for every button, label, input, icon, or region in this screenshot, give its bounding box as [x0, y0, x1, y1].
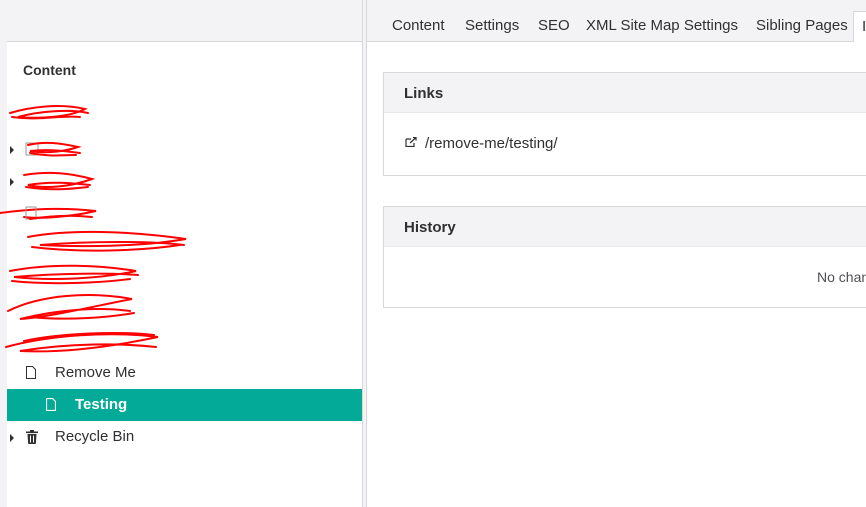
external-link-icon: [405, 137, 417, 147]
expand-caret-icon[interactable]: [10, 178, 14, 186]
editor-panel: Content Settings SEO XML Site Map Settin…: [367, 0, 866, 507]
history-panel-header: History: [384, 207, 866, 247]
tab-settings[interactable]: Settings: [465, 17, 519, 34]
link-row: /remove-me/testing/: [384, 113, 866, 175]
history-panel-title: History: [404, 219, 456, 236]
tree-header-bar: [7, 0, 362, 42]
tree-item-recycle-bin[interactable]: Recycle Bin: [7, 421, 362, 453]
tab-sibling-pages[interactable]: Sibling Pages: [756, 17, 848, 34]
document-icon: [26, 366, 36, 379]
tree-item-remove-me[interactable]: Remove Me: [7, 357, 362, 389]
tab-xml-site-map-settings[interactable]: XML Site Map Settings: [586, 17, 738, 34]
history-empty-message: No chan: [817, 269, 866, 285]
expand-caret-icon[interactable]: [10, 146, 14, 154]
tree-item-label: Testing: [75, 396, 128, 413]
content-tree-panel: Content Remove Me Testing Recycle Bin: [0, 0, 362, 507]
tree-title: Content: [23, 62, 76, 78]
links-panel-title: Links: [404, 85, 444, 102]
trash-icon: [26, 430, 38, 444]
expand-caret-icon[interactable]: [10, 434, 14, 442]
tab-bar: Content Settings SEO XML Site Map Settin…: [367, 0, 866, 42]
tab-info[interactable]: I: [853, 11, 866, 42]
document-icon: [46, 398, 56, 411]
page-url-link[interactable]: /remove-me/testing/: [425, 135, 558, 152]
links-panel-header: Links: [384, 73, 866, 113]
links-panel: Links /remove-me/testing/: [383, 72, 866, 176]
tree-item-label: Recycle Bin: [55, 428, 135, 445]
history-panel: History No chan: [383, 206, 866, 308]
tree-item-testing[interactable]: Testing: [7, 389, 362, 421]
redaction-scribbles: [0, 105, 187, 353]
tab-seo[interactable]: SEO: [538, 17, 570, 34]
tab-content[interactable]: Content: [392, 17, 445, 34]
tree-item-label: Remove Me: [55, 364, 136, 381]
